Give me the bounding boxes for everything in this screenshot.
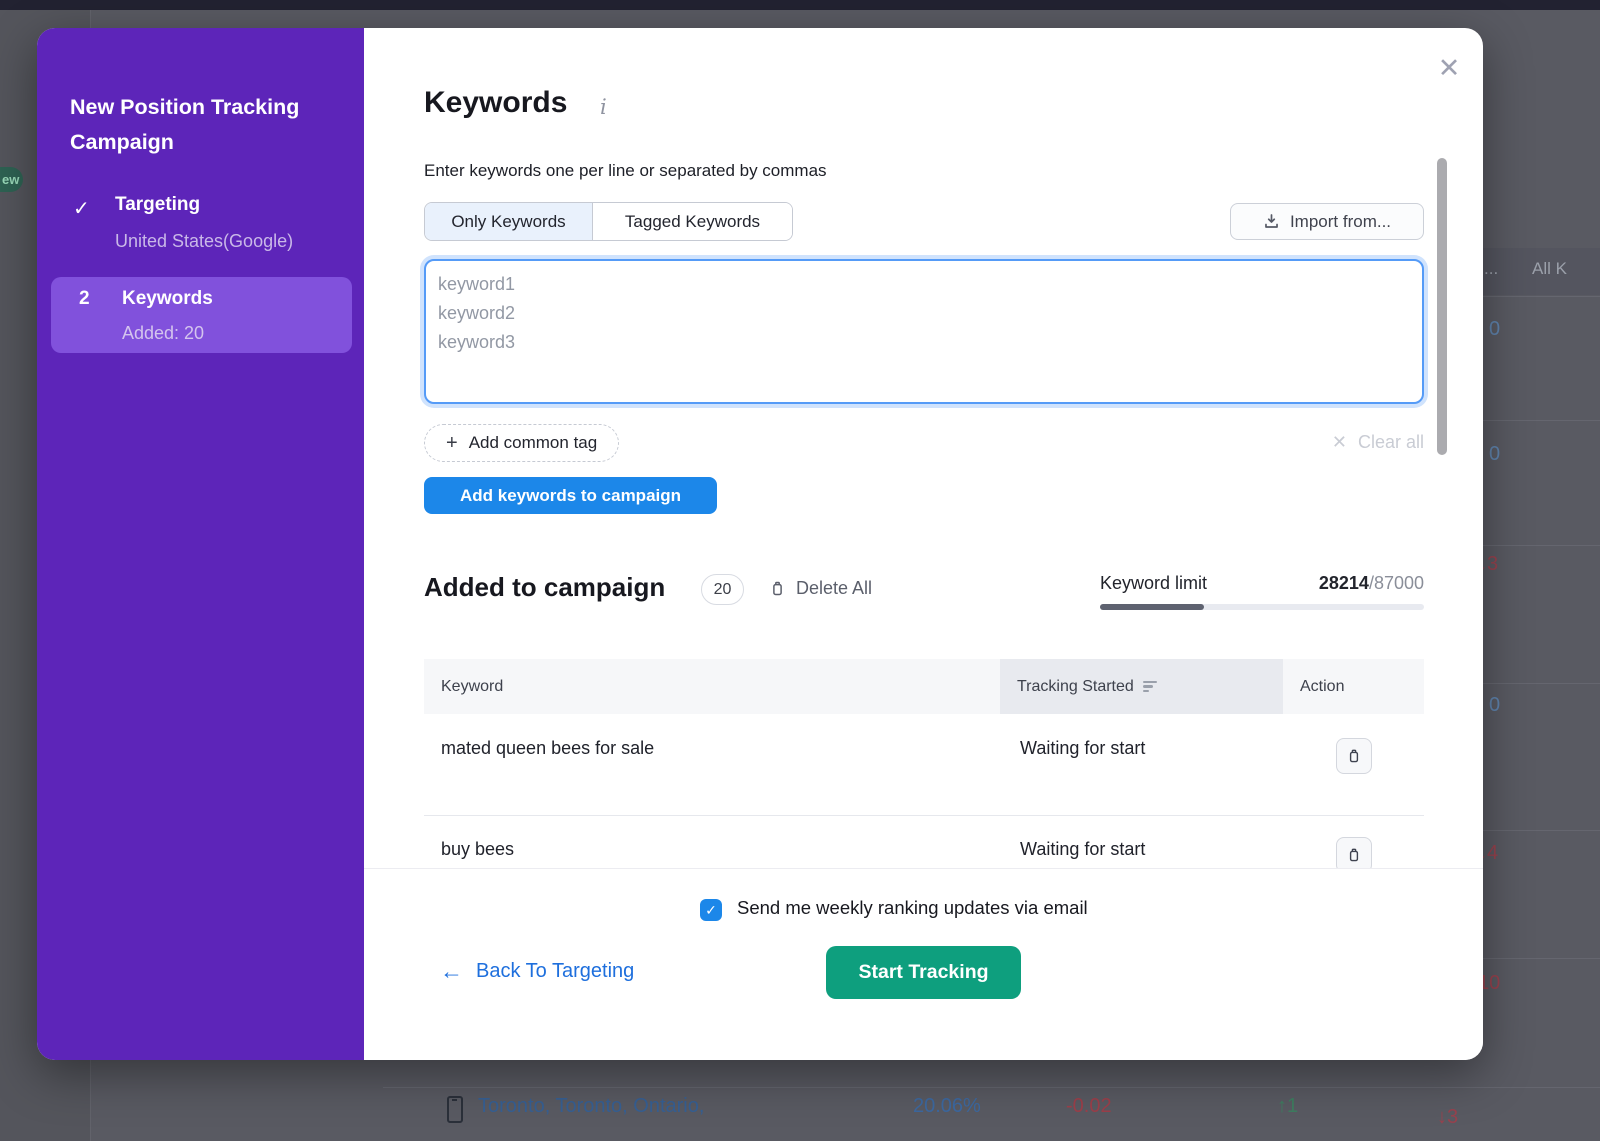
keyword-limit-progress-fill: [1100, 604, 1204, 610]
background-cell-value: 0: [1489, 443, 1500, 466]
clear-icon: ✕: [1332, 432, 1347, 453]
background-row-divider: [383, 1087, 1600, 1088]
added-section-title: Added to campaign: [424, 572, 665, 603]
row-status: Waiting for start: [1020, 839, 1145, 860]
import-from-label: Import from...: [1290, 212, 1391, 232]
improved-count: ↑1: [1277, 1095, 1298, 1118]
keyword-limit-total: /87000: [1369, 573, 1424, 593]
delete-all-label: Delete All: [796, 578, 872, 599]
clear-all-button[interactable]: ✕ Clear all: [1332, 432, 1424, 453]
trash-icon: [1346, 847, 1362, 863]
wizard-step-keywords[interactable]: 2 Keywords Added: 20: [51, 277, 352, 353]
background-row-divider: [1483, 683, 1600, 684]
back-to-targeting-label: Back To Targeting: [476, 960, 634, 983]
sort-descending-icon: [1143, 681, 1157, 693]
background-cell-value: 0: [1489, 318, 1500, 341]
tab-only-keywords[interactable]: Only Keywords: [425, 203, 593, 240]
wizard-step-targeting[interactable]: ✓ Targeting United States(Google): [37, 188, 364, 278]
new-campaign-modal: New Position Tracking Campaign ✓ Targeti…: [37, 28, 1483, 1060]
trash-icon: [1346, 748, 1362, 764]
table-row: mated queen bees for sale Waiting for st…: [424, 714, 1424, 815]
delete-all-button[interactable]: Delete All: [769, 578, 872, 599]
column-action: Action: [1283, 659, 1424, 714]
background-table-header: ... All K: [1483, 248, 1600, 295]
column-keyword: Keyword: [424, 659, 1000, 714]
step-keywords-label: Keywords: [122, 288, 213, 310]
placeholder-line: keyword2: [438, 299, 1410, 328]
keywords-table-header: Keyword Tracking Started Action: [424, 659, 1424, 714]
check-icon: ✓: [73, 196, 90, 221]
keywords-tab-group: Only Keywords Tagged Keywords: [424, 202, 793, 241]
column-tracking-started[interactable]: Tracking Started: [1000, 659, 1283, 714]
add-common-tag-label: Add common tag: [469, 433, 598, 453]
visibility-diff: -0.02: [1066, 1095, 1112, 1118]
back-to-targeting-link[interactable]: ← Back To Targeting: [440, 958, 634, 985]
background-row-divider: [1483, 296, 1600, 297]
step-keywords-sublabel: Added: 20: [122, 323, 204, 344]
background-header-all-keywords: All K: [1532, 259, 1567, 279]
arrow-left-icon: ←: [440, 958, 463, 985]
info-icon[interactable]: i: [600, 95, 607, 119]
background-row-divider: [1483, 958, 1600, 959]
trash-icon: [769, 580, 786, 597]
page-title: Keywords: [424, 86, 567, 120]
screen: ew ... All K 0 0 ↓3 0 ↓4 ↓10 ↓3 Toronto,…: [0, 0, 1600, 1141]
background-location-row: Toronto, Toronto, Ontario, 20.06% -0.02 …: [0, 1093, 1600, 1141]
add-keywords-button[interactable]: Add keywords to campaign: [424, 477, 717, 514]
background-row-divider: [1483, 545, 1600, 546]
weekly-updates-label: Send me weekly ranking updates via email: [737, 897, 1088, 919]
download-icon: [1263, 213, 1280, 230]
keyword-limit-value: 28214/87000: [1319, 573, 1424, 594]
background-row-divider: [1483, 420, 1600, 421]
keyword-limit-used: 28214: [1319, 573, 1369, 593]
background-header-truncated: ...: [1484, 259, 1498, 279]
placeholder-line: keyword1: [438, 270, 1410, 299]
row-status: Waiting for start: [1020, 738, 1145, 759]
placeholder-line: keyword3: [438, 328, 1410, 357]
added-count-badge: 20: [701, 574, 744, 605]
start-tracking-button[interactable]: Start Tracking: [826, 946, 1021, 999]
wizard-title: New Position Tracking Campaign: [70, 90, 345, 160]
clear-all-label: Clear all: [1358, 432, 1424, 453]
keywords-instruction: Enter keywords one per line or separated…: [424, 161, 827, 181]
tab-tagged-keywords[interactable]: Tagged Keywords: [593, 203, 792, 240]
column-tracking-started-label: Tracking Started: [1017, 678, 1134, 696]
row-keyword: mated queen bees for sale: [441, 738, 654, 759]
close-icon[interactable]: ✕: [1429, 48, 1469, 88]
step-keywords-number: 2: [79, 288, 90, 310]
modal-scrollbar-thumb[interactable]: [1437, 158, 1447, 455]
add-common-tag-button[interactable]: + Add common tag: [424, 424, 619, 462]
weekly-updates-checkbox[interactable]: ✓: [700, 899, 722, 921]
browser-top-bar: [0, 0, 1600, 10]
background-row-divider: [1483, 830, 1600, 831]
keywords-input[interactable]: keyword1 keyword2 keyword3: [424, 259, 1424, 404]
row-keyword: buy bees: [441, 839, 514, 860]
keyword-limit-progressbar: [1100, 604, 1424, 610]
step-targeting-label: Targeting: [115, 194, 200, 216]
background-cell-value: 0: [1489, 694, 1500, 717]
visibility-value: 20.06%: [913, 1095, 981, 1118]
keyword-limit-label: Keyword limit: [1100, 573, 1207, 594]
mobile-device-icon: [447, 1096, 463, 1123]
location-link: Toronto, Toronto, Ontario,: [478, 1095, 704, 1118]
plus-icon: +: [446, 432, 458, 455]
import-from-button[interactable]: Import from...: [1230, 203, 1424, 240]
step-targeting-sublabel: United States(Google): [115, 231, 293, 252]
wizard-sidebar: New Position Tracking Campaign ✓ Targeti…: [37, 28, 364, 1060]
delete-row-button[interactable]: [1336, 738, 1372, 774]
